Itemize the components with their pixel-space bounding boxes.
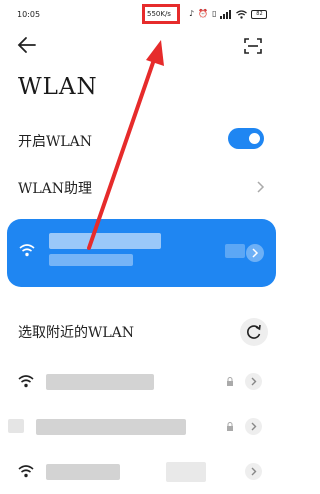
lock-icon [227,422,233,431]
signal-icon [220,9,232,19]
vibrate-icon: ▯ [212,9,217,18]
network-info-redacted [225,244,245,258]
network-name-redacted [36,419,186,435]
scan-button[interactable] [240,34,266,58]
network-icon-redacted [8,419,24,433]
wifi-icon [19,244,35,257]
network-detail-button[interactable] [245,463,262,480]
network-status-redacted [49,254,133,266]
nearby-wlan-title: 选取附近的WLAN [18,325,135,341]
lock-icon [227,377,233,386]
chevron-right-icon [251,422,257,431]
refresh-button[interactable] [240,318,268,346]
wlan-toggle[interactable] [228,128,264,149]
alarm-icon: ⏰ [198,9,209,18]
wifi-icon [18,465,34,478]
connected-network-card[interactable] [7,219,276,287]
chevron-right-icon [251,467,257,476]
scan-icon [244,38,262,54]
wlan-assistant-row[interactable]: WLAN助理 [0,170,289,204]
network-detail-button[interactable] [245,373,262,390]
battery-icon: 82 [251,9,268,19]
enable-wlan-label: 开启WLAN [18,134,93,150]
notification-icon: ♪ [189,9,195,18]
network-row[interactable] [0,405,289,449]
chevron-right-icon [251,377,257,386]
wlan-assistant-label: WLAN助理 [18,181,93,197]
back-button[interactable] [14,34,40,56]
network-detail-button[interactable] [246,244,264,262]
speed-highlight-box [142,4,180,24]
network-name-redacted [49,233,161,249]
toggle-knob [249,133,260,144]
network-row[interactable] [0,450,289,494]
network-info-redacted [166,462,206,482]
network-detail-button[interactable] [245,418,262,435]
network-name-redacted [46,374,154,390]
back-arrow-icon [17,37,36,53]
wifi-status-icon [236,9,248,19]
status-icons: ♪ ⏰ ▯ 82 [189,8,268,20]
network-name-redacted [46,464,120,480]
network-row[interactable] [0,360,289,404]
chevron-right-icon [252,248,259,258]
page-title: WLAN [18,74,98,100]
chevron-right-icon [257,181,265,193]
refresh-icon [247,324,261,339]
status-time: 10:05 [17,10,41,19]
wifi-icon [18,375,34,388]
